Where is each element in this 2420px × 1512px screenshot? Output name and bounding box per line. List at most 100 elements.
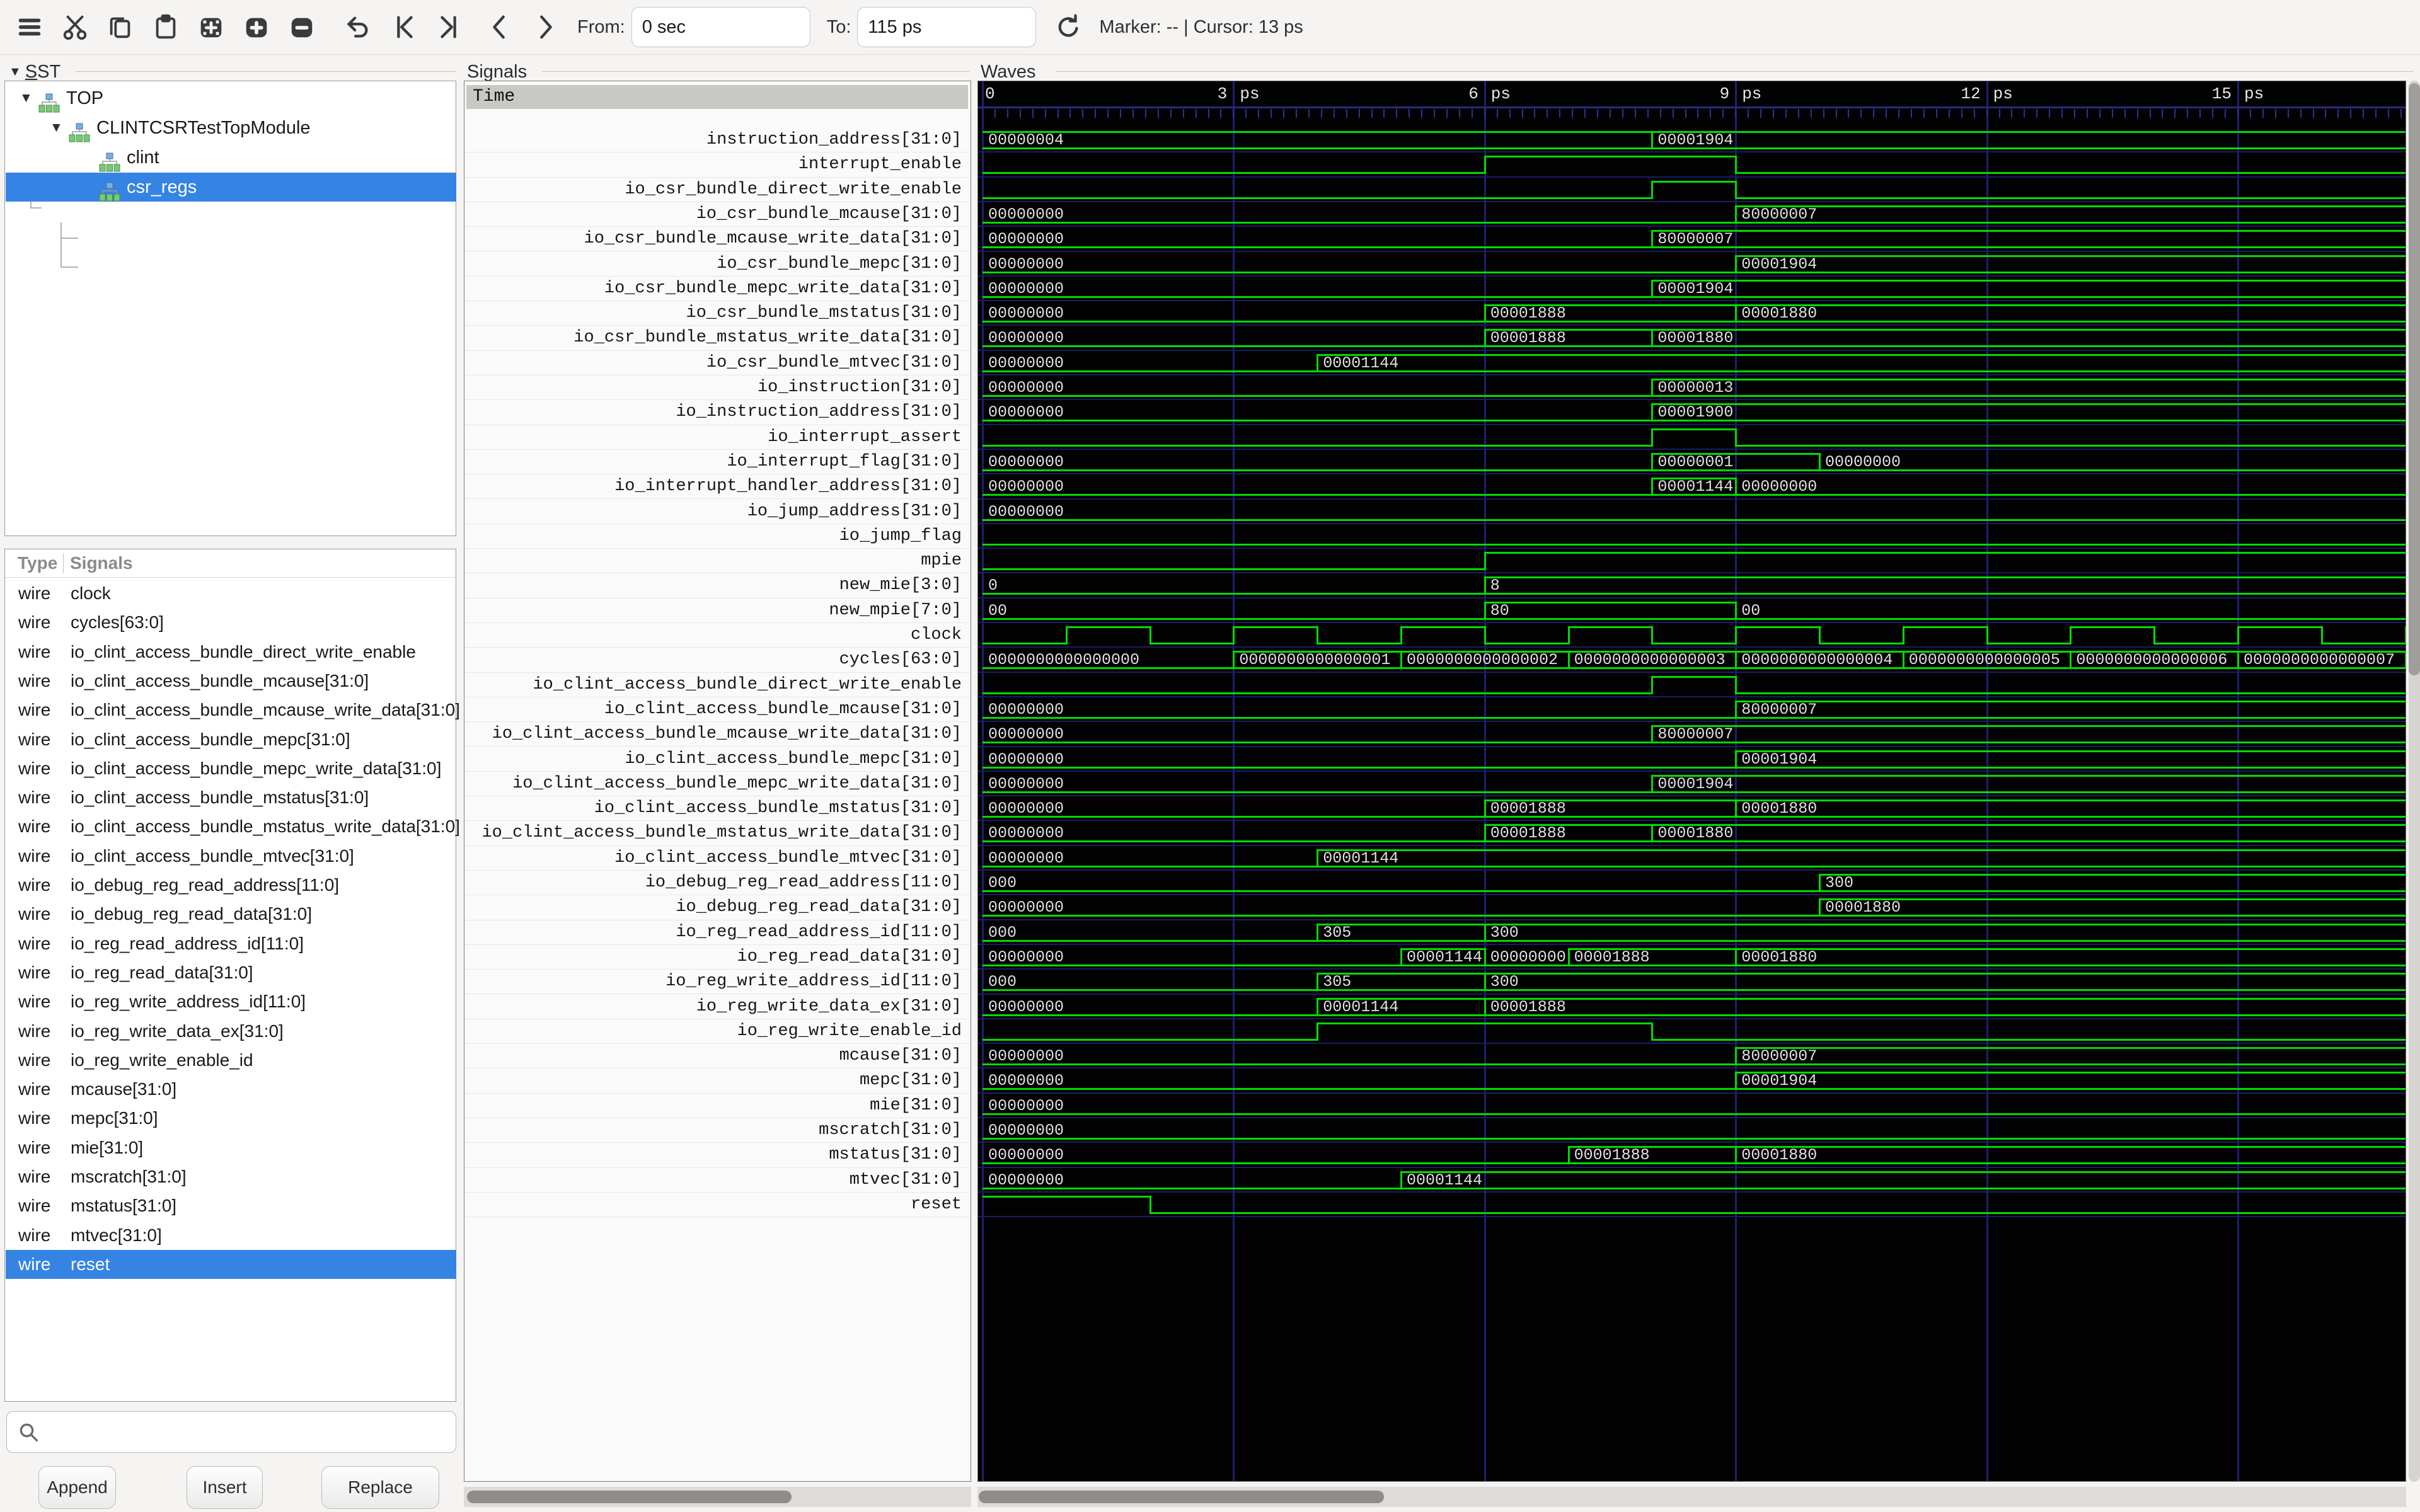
time-column-header[interactable]: Time — [466, 85, 968, 109]
signal-name-row[interactable]: io_jump_flag — [464, 524, 971, 549]
signal-name-row[interactable]: cycles[63:0] — [464, 648, 971, 672]
skip-start-icon[interactable] — [388, 9, 420, 45]
signal-name-row[interactable]: io_interrupt_assert — [464, 425, 971, 450]
table-row[interactable]: wiremscratch[31:0] — [6, 1162, 456, 1191]
search-input[interactable] — [6, 1411, 456, 1453]
signal-name-row[interactable]: io_reg_read_address_id[11:0] — [464, 920, 971, 945]
table-row[interactable]: wireio_clint_access_bundle_mepc[31:0] — [6, 725, 456, 754]
expander-icon[interactable]: ▼ — [20, 84, 33, 113]
signal-name-row[interactable]: io_csr_bundle_mstatus_write_data[31:0] — [464, 326, 971, 350]
table-row[interactable]: wireio_clint_access_bundle_mtvec[31:0] — [6, 842, 456, 871]
signal-name-row[interactable]: mie[31:0] — [464, 1094, 971, 1118]
table-row[interactable]: wireclock — [6, 579, 456, 608]
signal-name-row[interactable]: io_csr_bundle_mcause_write_data[31:0] — [464, 227, 971, 251]
cut-icon[interactable] — [59, 9, 91, 45]
table-row[interactable]: wireio_reg_write_address_id[11:0] — [6, 987, 456, 1016]
zoom-out-icon[interactable] — [286, 9, 318, 45]
table-row[interactable]: wirereset — [6, 1250, 456, 1279]
table-row[interactable]: wireio_clint_access_bundle_mepc_write_da… — [6, 754, 456, 783]
signal-name-row[interactable]: io_clint_access_bundle_mcause_write_data… — [464, 722, 971, 747]
skip-end-icon[interactable] — [434, 9, 465, 45]
undo-icon[interactable] — [342, 9, 373, 45]
signal-name-row[interactable]: io_csr_bundle_direct_write_enable — [464, 178, 971, 202]
menu-icon[interactable] — [14, 9, 45, 45]
signal-name-row[interactable]: io_clint_access_bundle_mstatus[31:0] — [464, 796, 971, 821]
signal-name-row[interactable]: io_clint_access_bundle_mstatus_write_dat… — [464, 821, 971, 845]
table-row[interactable]: wireio_clint_access_bundle_direct_write_… — [6, 638, 456, 667]
tree-item-csr_regs[interactable]: csr_regs — [6, 173, 456, 202]
table-row[interactable]: wireio_debug_reg_read_data[31:0] — [6, 900, 456, 929]
signal-name-row[interactable]: io_csr_bundle_mepc_write_data[31:0] — [464, 277, 971, 301]
signal-name-row[interactable]: io_reg_write_data_ex[31:0] — [464, 995, 971, 1019]
table-row[interactable]: wirecycles[63:0] — [6, 608, 456, 637]
signal-name-row[interactable]: io_clint_access_bundle_mcause[31:0] — [464, 697, 971, 722]
signal-name-row[interactable]: mstatus[31:0] — [464, 1143, 971, 1167]
table-row[interactable]: wiremcause[31:0] — [6, 1075, 456, 1104]
table-row[interactable]: wireio_reg_read_data[31:0] — [6, 958, 456, 987]
signal-name-row[interactable]: interrupt_enable — [464, 152, 971, 177]
expander-icon[interactable]: ▼ — [50, 113, 63, 142]
signals-hscrollbar[interactable] — [464, 1487, 971, 1507]
waves-hscrollbar-thumb[interactable] — [979, 1491, 1384, 1503]
zoom-fit-icon[interactable] — [195, 9, 227, 45]
table-row[interactable]: wiremie[31:0] — [6, 1133, 456, 1162]
column-header-type[interactable]: Type — [18, 549, 57, 577]
table-row[interactable]: wireio_clint_access_bundle_mcause_write_… — [6, 696, 456, 724]
table-row[interactable]: wireio_reg_write_data_ex[31:0] — [6, 1017, 456, 1046]
signal-name-row[interactable]: io_reg_read_data[31:0] — [464, 945, 971, 970]
reload-icon[interactable] — [1052, 9, 1084, 45]
signal-name-row[interactable]: io_csr_bundle_mcause[31:0] — [464, 202, 971, 227]
waves-vscrollbar[interactable] — [2409, 81, 2420, 1482]
table-row[interactable]: wireio_clint_access_bundle_mstatus[31:0] — [6, 783, 456, 812]
signal-name-row[interactable]: io_clint_access_bundle_mtvec[31:0] — [464, 846, 971, 871]
copy-icon[interactable] — [105, 9, 136, 45]
next-icon[interactable] — [529, 9, 561, 45]
insert-button[interactable]: Insert — [187, 1466, 263, 1509]
replace-button[interactable]: Replace — [321, 1466, 439, 1509]
table-row[interactable]: wireio_reg_write_enable_id — [6, 1046, 456, 1075]
table-row[interactable]: wireio_reg_read_address_id[11:0] — [6, 929, 456, 958]
append-button[interactable]: Append — [38, 1466, 116, 1509]
column-header-signals[interactable]: Signals — [70, 549, 133, 577]
table-row[interactable]: wireio_debug_reg_read_address[11:0] — [6, 871, 456, 900]
signal-name-row[interactable]: mpie — [464, 549, 971, 573]
signal-name-row[interactable]: io_csr_bundle_mstatus[31:0] — [464, 301, 971, 326]
signal-name-row[interactable]: io_clint_access_bundle_mepc_write_data[3… — [464, 772, 971, 796]
signal-name-row[interactable]: new_mie[3:0] — [464, 573, 971, 598]
signal-name-row[interactable]: io_jump_address[31:0] — [464, 500, 971, 524]
waves-vscrollbar-thumb[interactable] — [2409, 83, 2420, 675]
signal-name-row[interactable]: mcause[31:0] — [464, 1044, 971, 1068]
paste-icon[interactable] — [150, 9, 182, 45]
waves-hscrollbar[interactable] — [977, 1487, 2406, 1507]
signal-name-row[interactable]: io_debug_reg_read_address[11:0] — [464, 871, 971, 895]
signal-name-row[interactable]: io_reg_write_address_id[11:0] — [464, 970, 971, 994]
table-row[interactable]: wireio_clint_access_bundle_mstatus_write… — [6, 812, 456, 841]
signal-name-row[interactable]: mtvec[31:0] — [464, 1168, 971, 1193]
table-row[interactable]: wireio_clint_access_bundle_mcause[31:0] — [6, 667, 456, 696]
signal-name-row[interactable]: io_debug_reg_read_data[31:0] — [464, 895, 971, 920]
tree-item-clint[interactable]: clint — [6, 143, 456, 172]
tree-item-TOP[interactable]: ▼TOP — [6, 84, 456, 113]
signal-name-row[interactable]: new_mpie[7:0] — [464, 598, 971, 623]
signal-name-row[interactable]: clock — [464, 623, 971, 648]
zoom-in-icon[interactable] — [241, 9, 272, 45]
signal-name-row[interactable]: io_csr_bundle_mtvec[31:0] — [464, 351, 971, 375]
signal-name-row[interactable]: io_clint_access_bundle_direct_write_enab… — [464, 673, 971, 697]
from-input[interactable]: 0 sec — [631, 7, 810, 47]
signal-name-row[interactable]: io_instruction[31:0] — [464, 375, 971, 400]
signal-name-row[interactable]: io_csr_bundle_mepc[31:0] — [464, 252, 971, 277]
prev-icon[interactable] — [484, 9, 516, 45]
signal-name-row[interactable]: mscratch[31:0] — [464, 1118, 971, 1143]
signal-name-row[interactable]: io_clint_access_bundle_mepc[31:0] — [464, 747, 971, 772]
signal-name-row[interactable]: io_instruction_address[31:0] — [464, 400, 971, 425]
signal-name-row[interactable]: io_interrupt_flag[31:0] — [464, 450, 971, 474]
signal-name-row[interactable]: mepc[31:0] — [464, 1068, 971, 1093]
table-row[interactable]: wiremstatus[31:0] — [6, 1191, 456, 1220]
sst-expander-icon[interactable]: ▼ — [9, 65, 21, 79]
signal-name-row[interactable]: reset — [464, 1193, 971, 1217]
tree-item-CLINTCSRTestTopModule[interactable]: ▼CLINTCSRTestTopModule — [6, 113, 456, 142]
wave-canvas[interactable]: 03ps6ps9ps12ps15ps0000000400001904000000… — [977, 81, 2406, 1482]
table-row[interactable]: wiremepc[31:0] — [6, 1104, 456, 1133]
signal-name-row[interactable]: io_interrupt_handler_address[31:0] — [464, 474, 971, 499]
to-input[interactable]: 115 ps — [857, 7, 1036, 47]
